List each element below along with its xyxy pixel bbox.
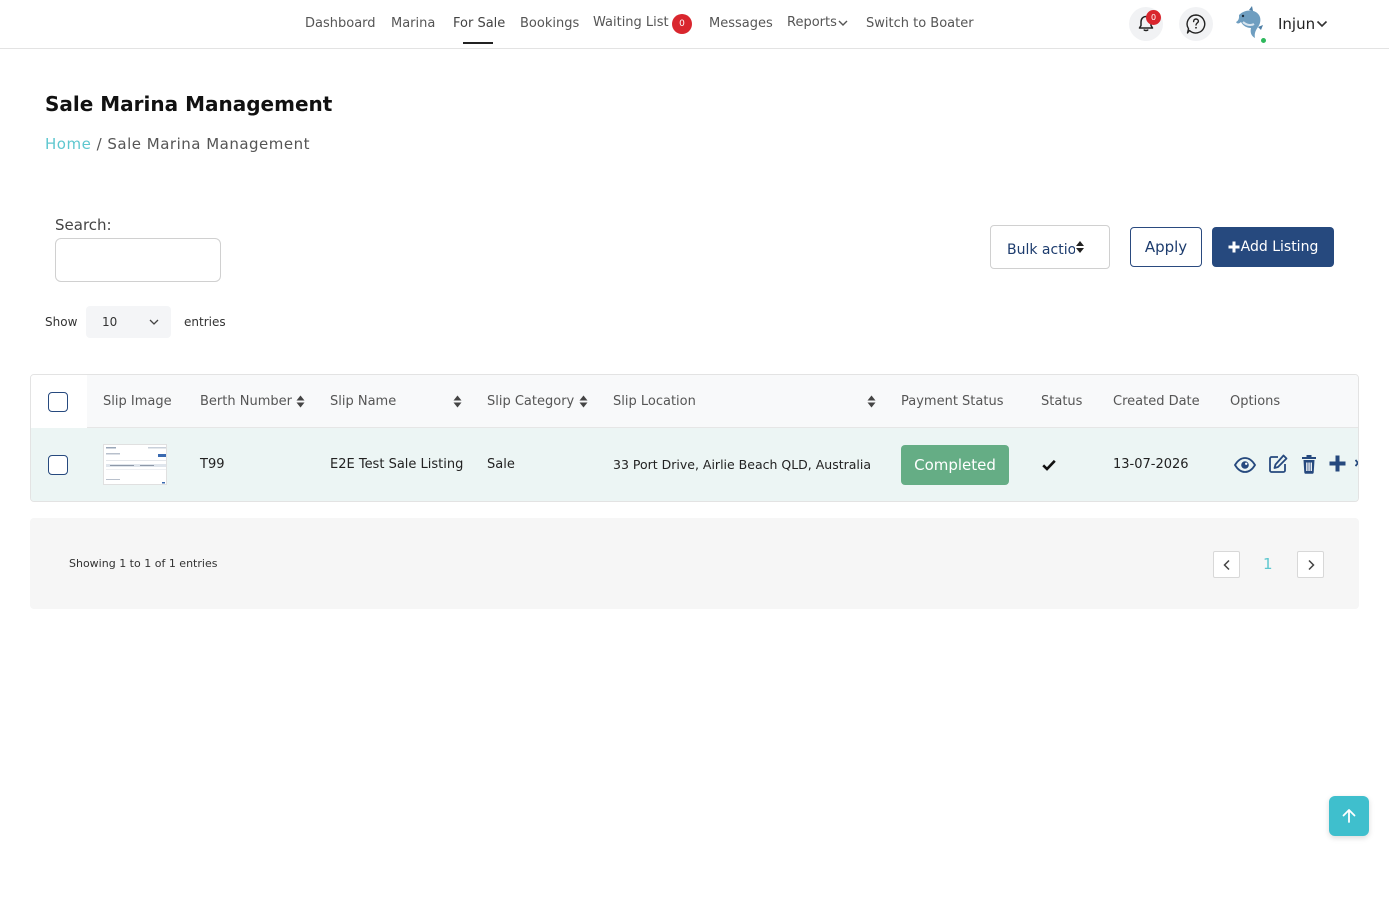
help-icon	[1186, 14, 1206, 34]
add-listing-label: Add Listing	[1240, 239, 1319, 255]
search-label: Search:	[55, 216, 112, 234]
payment-status-badge: Completed	[901, 445, 1009, 485]
created-date-cell: 13-07-2026	[1113, 457, 1189, 472]
sort-icon[interactable]	[453, 395, 462, 408]
top-navbar: Dashboard Marina For Sale Bookings Waiti…	[0, 0, 1389, 49]
entries-info: Showing 1 to 1 of 1 entries	[69, 557, 218, 570]
bulk-actions-select[interactable]: Bulk actions	[990, 225, 1110, 269]
view-eye-icon[interactable]	[1234, 457, 1256, 473]
sort-icon[interactable]	[296, 395, 305, 408]
column-header-slip-location[interactable]: Slip Location	[613, 394, 696, 409]
check-icon	[1042, 459, 1056, 471]
row-checkbox[interactable]	[48, 455, 68, 475]
slip-location-cell: 33 Port Drive, Airlie Beach QLD, Austral…	[613, 457, 872, 472]
column-header-options: Options	[1230, 394, 1281, 409]
slip-name-cell: E2E Test Sale Listing	[330, 457, 464, 472]
nav-waiting-list[interactable]: Waiting List	[593, 15, 669, 30]
column-header-created-date: Created Date	[1113, 394, 1200, 409]
slip-screenshot-image	[104, 445, 166, 484]
chevron-down-icon	[838, 20, 848, 26]
arrow-up-icon	[1342, 809, 1356, 823]
entries-select[interactable]: 10	[86, 306, 171, 338]
breadcrumb-separator: /	[91, 135, 108, 153]
sort-icon[interactable]	[867, 395, 876, 408]
breadcrumb-current: Sale Marina Management	[107, 135, 311, 153]
nav-reports[interactable]: Reports	[787, 15, 848, 30]
table-header: Slip Image Berth Number Slip Name Slip C…	[31, 375, 1358, 428]
help-button[interactable]	[1179, 7, 1213, 41]
table-footer: Showing 1 to 1 of 1 entries 1	[30, 518, 1359, 609]
page-title: Sale Marina Management	[45, 92, 333, 116]
nav-marina[interactable]: Marina	[391, 16, 435, 31]
sort-arrows-icon	[1076, 241, 1084, 253]
entries-value: 10	[102, 315, 118, 329]
column-header-slip-name[interactable]: Slip Name	[330, 394, 396, 409]
column-header-berth-number[interactable]: Berth Number	[200, 394, 292, 409]
listings-table: Slip Image Berth Number Slip Name Slip C…	[30, 374, 1359, 502]
apply-button[interactable]: Apply	[1130, 227, 1202, 267]
nav-messages[interactable]: Messages	[709, 16, 773, 31]
chevron-left-icon	[1222, 559, 1230, 570]
show-label: Show	[45, 315, 78, 329]
edit-icon[interactable]	[1268, 454, 1288, 474]
chevron-down-icon	[149, 319, 159, 325]
slip-image-thumbnail[interactable]	[103, 444, 167, 485]
search-input[interactable]	[55, 238, 221, 282]
plus-icon	[1228, 241, 1240, 253]
previous-page-button[interactable]	[1213, 551, 1240, 578]
column-header-status: Status	[1041, 394, 1083, 409]
chevron-down-icon[interactable]	[1316, 18, 1328, 30]
berth-number-cell: T99	[200, 457, 225, 472]
sort-icon[interactable]	[579, 395, 588, 408]
add-listing-button[interactable]: Add Listing	[1212, 227, 1334, 267]
breadcrumb-home-link[interactable]: Home	[45, 135, 91, 153]
column-header-payment-status: Payment Status	[901, 394, 1004, 409]
slip-category-cell: Sale	[487, 457, 515, 472]
trash-icon[interactable]	[1301, 454, 1317, 474]
active-nav-indicator	[463, 42, 493, 44]
plus-icon[interactable]	[1329, 455, 1346, 472]
chevron-right-icon	[1307, 559, 1315, 570]
nav-switch-to-boater[interactable]: Switch to Boater	[866, 16, 974, 31]
next-page-button[interactable]	[1297, 551, 1324, 578]
column-header-slip-image: Slip Image	[103, 394, 172, 409]
scroll-to-top-button[interactable]	[1329, 796, 1369, 836]
nav-for-sale[interactable]: For Sale	[453, 16, 505, 31]
nav-reports-label: Reports	[787, 15, 837, 30]
breadcrumb: Home / Sale Marina Management	[45, 135, 310, 153]
notifications-badge: 0	[1146, 10, 1161, 25]
waiting-list-badge: 0	[672, 14, 692, 34]
more-options-icon[interactable]	[1355, 458, 1359, 472]
nav-bookings[interactable]: Bookings	[520, 16, 579, 31]
bulk-actions-value: Bulk actions	[1007, 242, 1075, 258]
column-header-slip-category[interactable]: Slip Category	[487, 394, 574, 409]
select-all-checkbox[interactable]	[48, 392, 68, 412]
table-row[interactable]: T99 E2E Test Sale Listing Sale 33 Port D…	[31, 428, 1359, 501]
entries-label: entries	[184, 315, 226, 329]
user-name[interactable]: Injun	[1278, 15, 1315, 33]
online-status-dot	[1260, 37, 1267, 44]
page-number-1[interactable]: 1	[1263, 555, 1273, 573]
nav-dashboard[interactable]: Dashboard	[305, 16, 376, 31]
